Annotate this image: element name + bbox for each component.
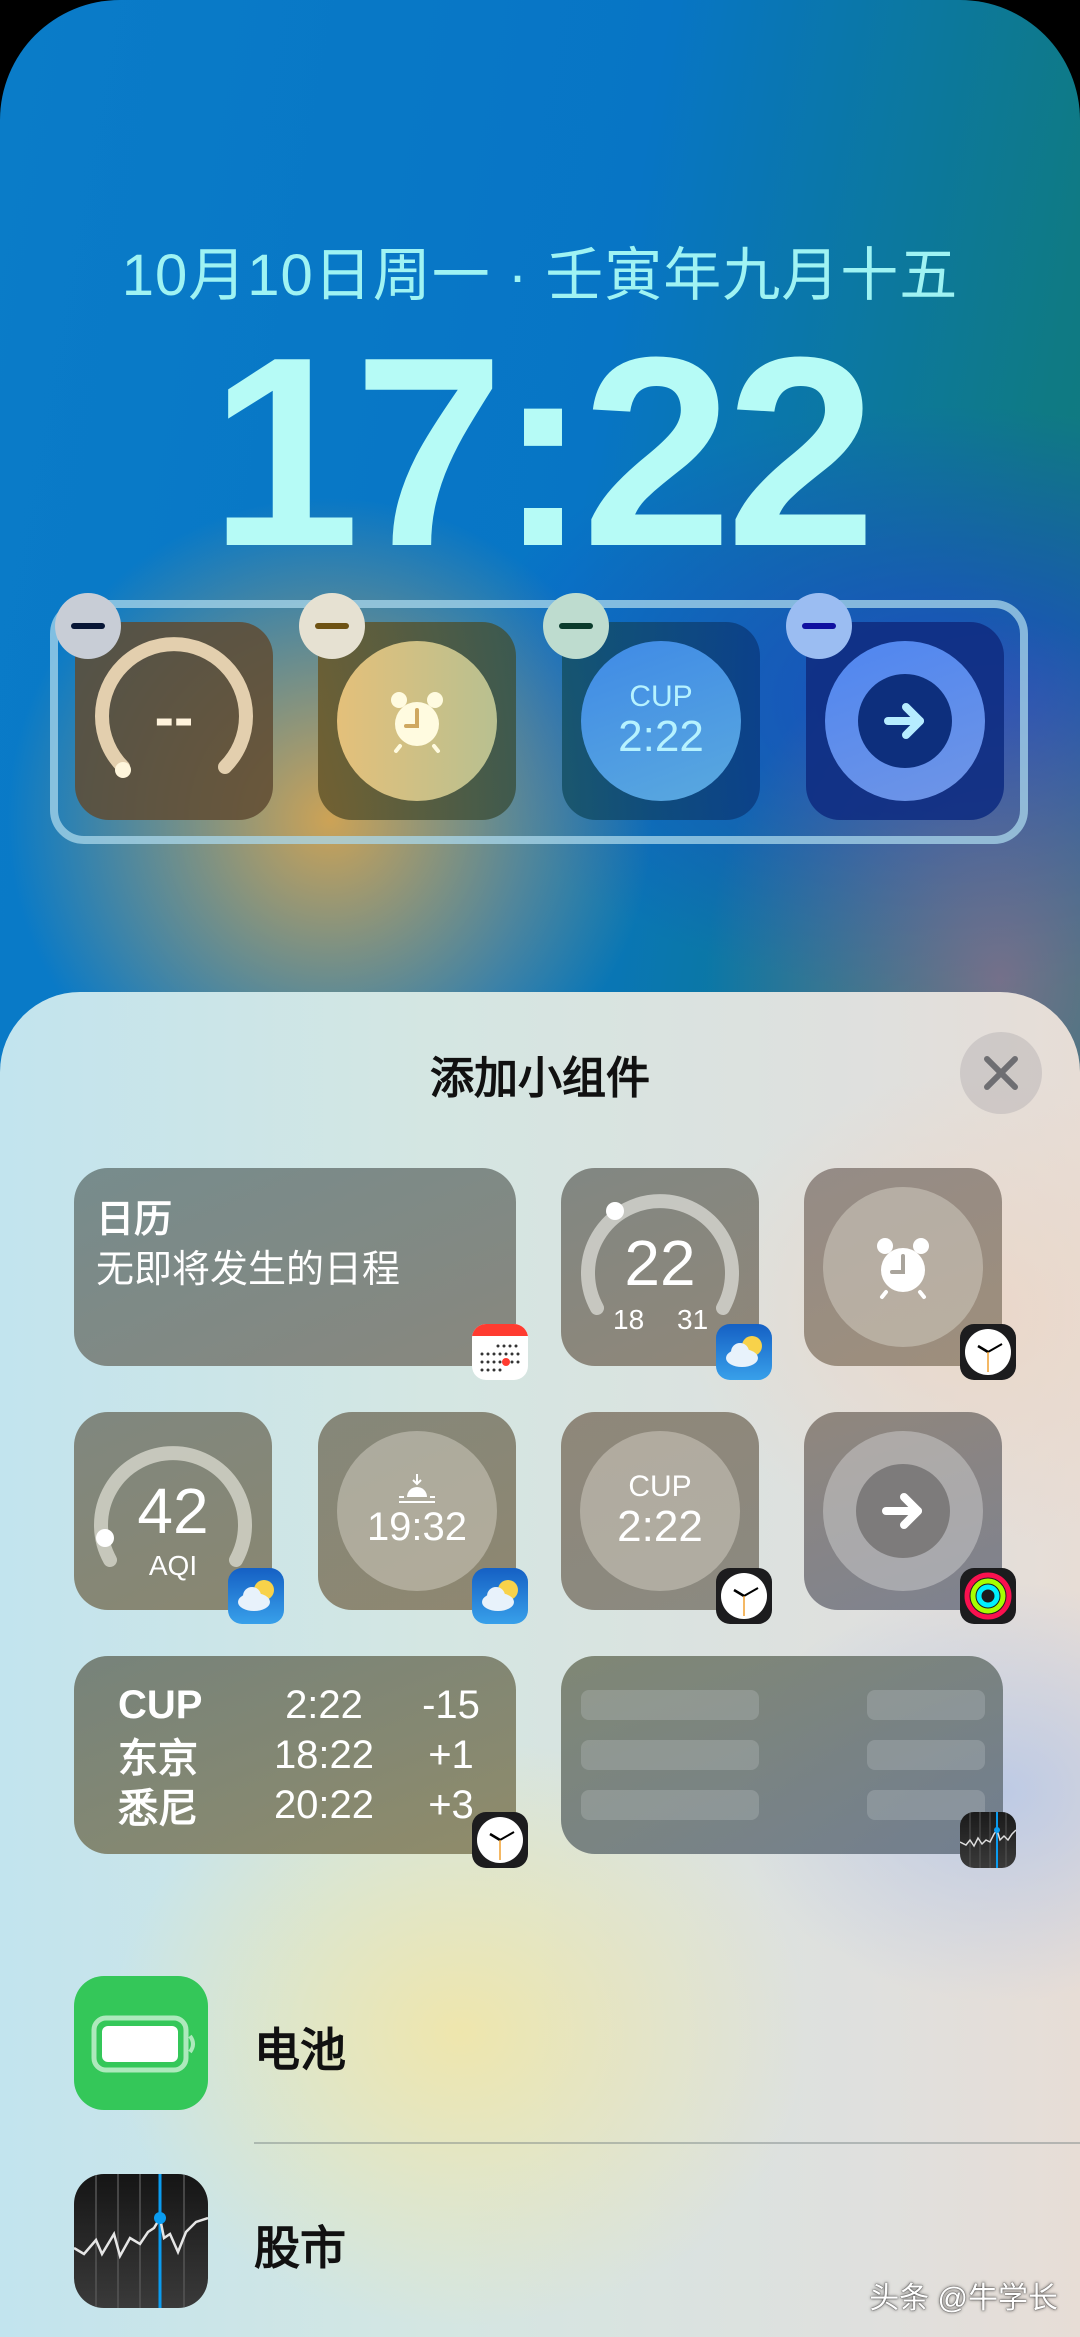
close-icon — [984, 1056, 1018, 1090]
temperature-low: 18 — [613, 1304, 645, 1335]
list-item-label: 电池 — [254, 2024, 346, 2076]
minus-icon — [315, 623, 349, 629]
world-clock-time: 2:22 — [618, 712, 704, 762]
sunset-time: 19:32 — [366, 1504, 468, 1549]
widget-world-clock-list[interactable]: CUP 2:22 -15 东京 18:22 +1 悉尼 20:22 +3 — [74, 1656, 516, 1854]
minus-icon — [559, 623, 593, 629]
fitness-app-icon — [960, 1568, 1016, 1624]
date-line[interactable]: 10月10日周一 · 壬寅年九月十五 — [0, 228, 1080, 312]
temperature-current: 22 — [624, 1227, 696, 1299]
battery-icon — [74, 1976, 208, 2110]
close-button[interactable] — [960, 1032, 1042, 1114]
add-widgets-sheet: 添加小组件 日历 无即将发生的日程 22 18 31 42 AQI 19:32 … — [0, 992, 1080, 2337]
gauge-value: -- — [154, 685, 194, 750]
aqi-value: 42 — [137, 1475, 209, 1547]
widget-stocks-placeholder[interactable] — [561, 1656, 1003, 1854]
weather-app-icon — [228, 1568, 284, 1624]
remove-activity-button[interactable] — [786, 593, 852, 659]
stocks-icon — [74, 2174, 208, 2308]
stocks-app-icon — [960, 1812, 1016, 1868]
list-item-label: 股市 — [254, 2222, 346, 2274]
world-clock-city: CUP — [629, 680, 693, 714]
placeholder-bar — [581, 1690, 759, 1720]
clock-app-icon — [472, 1812, 528, 1868]
sheet-title: 添加小组件 — [430, 1054, 650, 1103]
row-offset: -15 — [422, 1682, 480, 1727]
list-item-battery[interactable]: 电池 — [0, 1976, 1080, 2116]
widget-calendar[interactable]: 日历 无即将发生的日程 — [74, 1168, 516, 1366]
weather-app-icon — [472, 1568, 528, 1624]
sunset-icon — [399, 1473, 435, 1503]
clock-app-icon — [716, 1568, 772, 1624]
lock-clock[interactable]: 17:22 — [0, 318, 1080, 588]
row-time: 18:22 — [273, 1732, 375, 1777]
remove-alarm-button[interactable] — [299, 593, 365, 659]
arrow-right-icon — [884, 703, 924, 739]
row-city: CUP — [118, 1682, 203, 1727]
row-time: 20:22 — [273, 1782, 375, 1827]
lock-screen: 10月10日周一 · 壬寅年九月十五 17:22 -- CUP 2:22 添加小… — [0, 0, 1080, 2337]
world-clock-row: 悉尼 20:22 +3 — [118, 1780, 498, 1832]
temperature-high: 31 — [677, 1304, 709, 1335]
weather-app-icon — [716, 1324, 772, 1380]
row-city: 悉尼 — [118, 1787, 198, 1831]
world-clock-time: 2:22 — [617, 1502, 703, 1552]
placeholder-bar — [581, 1740, 759, 1770]
world-clock-row: CUP 2:22 -15 — [118, 1680, 498, 1730]
world-clock-row: 东京 18:22 +1 — [118, 1730, 498, 1782]
world-clock-table: CUP 2:22 -15 东京 18:22 +1 悉尼 20:22 +3 — [118, 1680, 498, 1832]
placeholder-bar — [581, 1790, 759, 1820]
alarm-clock-icon — [391, 692, 443, 753]
clock-app-icon — [960, 1324, 1016, 1380]
world-clock-city: CUP — [628, 1470, 692, 1504]
row-offset: +1 — [428, 1732, 474, 1777]
calendar-subtitle: 无即将发生的日程 — [96, 1249, 401, 1291]
row-time: 2:22 — [285, 1682, 363, 1727]
arrow-right-icon — [882, 1493, 922, 1529]
watermark: 头条 @牛学长 — [869, 2282, 1058, 2315]
calendar-title: 日历 — [96, 1199, 173, 1241]
remove-gauge-button[interactable] — [55, 593, 121, 659]
placeholder-bar — [867, 1740, 985, 1770]
minus-icon — [71, 623, 105, 629]
placeholder-bar — [867, 1690, 985, 1720]
list-divider — [254, 2142, 1080, 2144]
remove-world-clock-button[interactable] — [543, 593, 609, 659]
calendar-app-icon — [472, 1324, 528, 1380]
minus-icon — [802, 623, 836, 629]
alarm-clock-icon — [877, 1238, 929, 1299]
